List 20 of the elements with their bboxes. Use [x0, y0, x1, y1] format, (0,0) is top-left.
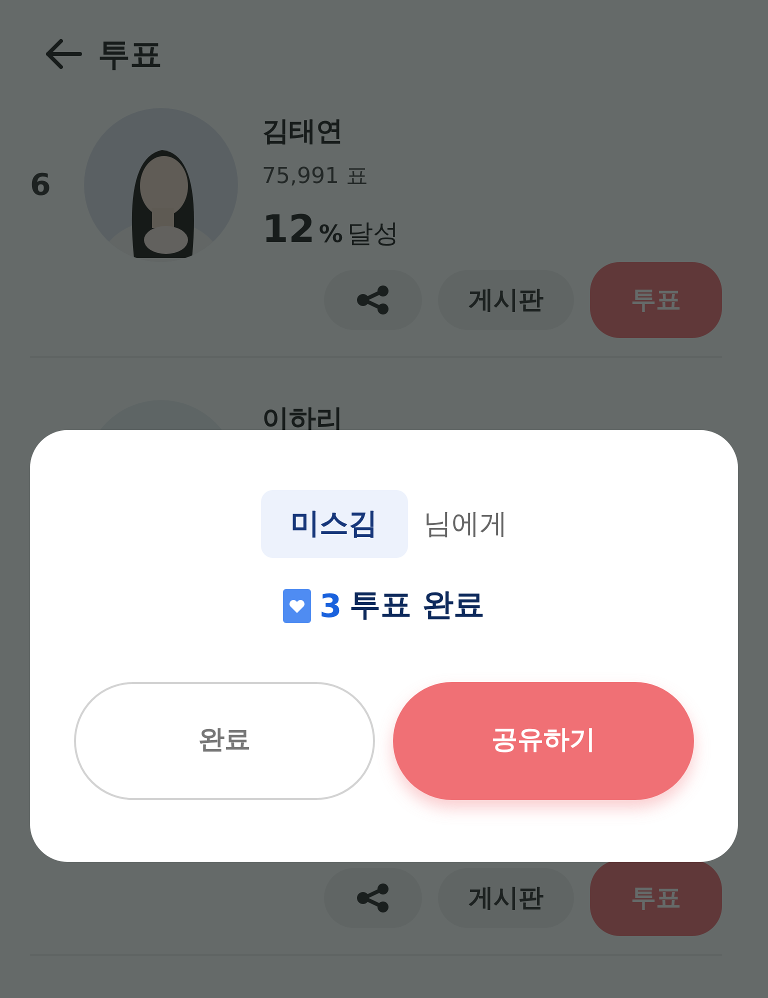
page-title: 투표 — [98, 34, 162, 75]
heart-ticket-icon — [283, 588, 312, 622]
board-button[interactable]: 게시판 — [438, 868, 574, 928]
recipient-suffix: 님에게 — [424, 506, 508, 542]
share-action-button[interactable]: 공유하기 — [393, 682, 694, 800]
percent-unit: % — [318, 219, 343, 250]
vote-count-number: 3 — [319, 586, 342, 626]
candidate-name: 김태연 — [262, 114, 344, 149]
share-icon — [356, 883, 390, 913]
result-text: 투표 완료 — [350, 586, 485, 626]
percent-value: 12 — [262, 206, 315, 254]
recipient-name: 미스김 — [260, 490, 408, 558]
achieved-label: 달성 — [346, 218, 399, 252]
back-arrow-icon[interactable] — [44, 38, 82, 70]
candidate-name: 이하리 — [262, 403, 343, 437]
done-button[interactable]: 완료 — [74, 682, 375, 800]
rank-number: 6 — [30, 166, 52, 204]
board-button[interactable]: 게시판 — [438, 270, 574, 330]
vote-count: 75,991 표 — [262, 163, 369, 192]
share-icon — [356, 285, 390, 315]
